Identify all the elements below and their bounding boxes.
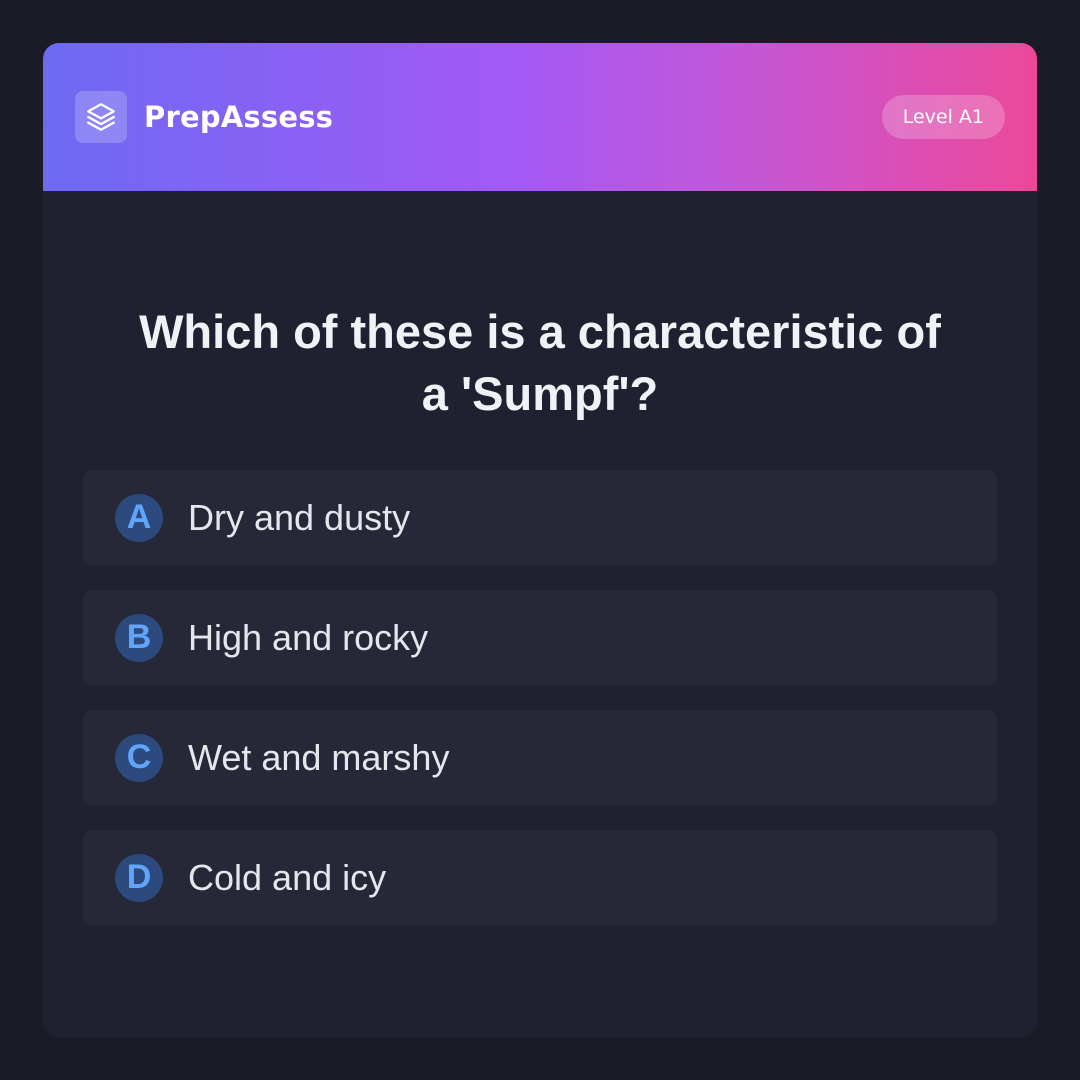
question-text: Which of these is a characteristic of a … bbox=[139, 305, 941, 420]
answer-options: A Dry and dusty B High and rocky C Wet a… bbox=[83, 470, 997, 950]
option-c[interactable]: C Wet and marshy bbox=[83, 710, 997, 805]
option-label: Cold and icy bbox=[188, 856, 387, 898]
option-letter-badge: D bbox=[115, 853, 163, 902]
header-bar: PrepAssess Level A1 bbox=[43, 43, 1037, 191]
level-badge: Level A1 bbox=[881, 95, 1005, 139]
option-a[interactable]: A Dry and dusty bbox=[83, 470, 997, 565]
option-letter-badge: B bbox=[115, 613, 163, 662]
option-d[interactable]: D Cold and icy bbox=[83, 830, 997, 925]
option-letter-badge: A bbox=[115, 493, 163, 542]
layers-icon bbox=[75, 91, 127, 143]
option-b[interactable]: B High and rocky bbox=[83, 590, 997, 685]
option-letter-badge: C bbox=[115, 733, 163, 782]
quiz-card: PrepAssess Level A1 Which of these is a … bbox=[43, 43, 1037, 1037]
option-label: Wet and marshy bbox=[188, 736, 450, 778]
brand-name: PrepAssess bbox=[144, 100, 334, 134]
option-label: Dry and dusty bbox=[188, 496, 411, 538]
option-label: High and rocky bbox=[188, 616, 429, 658]
